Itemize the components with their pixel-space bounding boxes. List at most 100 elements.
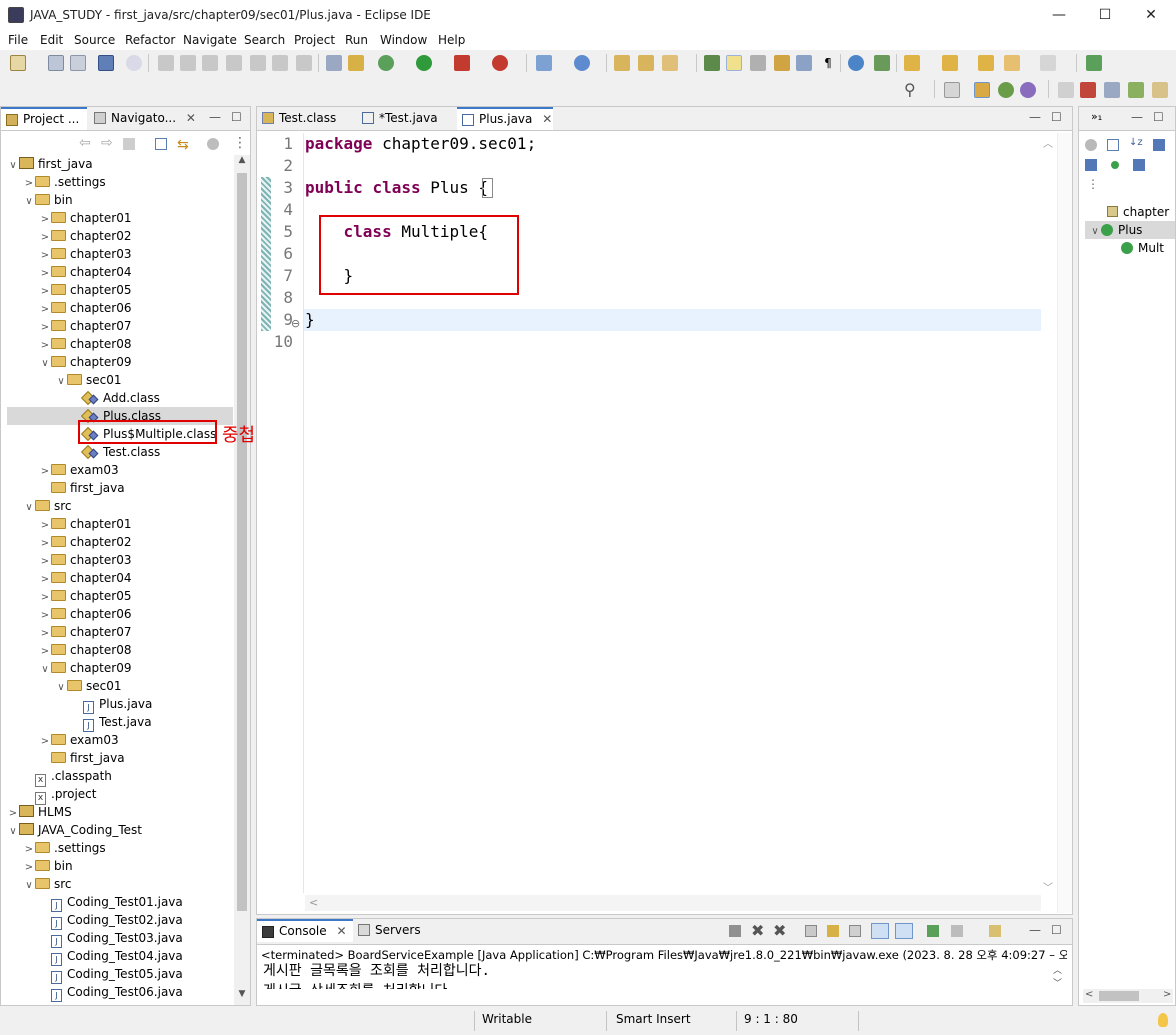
tip-bulb-icon[interactable] <box>1158 1013 1168 1027</box>
editor-horizontal-scrollbar[interactable]: < <box>305 895 1041 911</box>
hide-local-types-icon[interactable] <box>1133 159 1145 171</box>
tree-item[interactable]: > chapter04 <box>7 263 233 281</box>
git-perspective-icon[interactable] <box>1020 82 1036 98</box>
scroll-down-icon[interactable]: ﹀ <box>1053 976 1067 989</box>
tree-item[interactable]: ∨ JAVA_Coding_Test <box>7 821 233 839</box>
tree-scrollbar[interactable]: ▲ ▼ <box>234 155 250 1005</box>
maximize-view-icon[interactable]: ☐ <box>1153 110 1164 124</box>
resume-icon[interactable] <box>158 55 174 71</box>
scroll-left-icon[interactable]: < <box>1085 989 1093 1000</box>
minimize-view-icon[interactable]: — <box>1029 923 1041 937</box>
tree-item[interactable]: > chapter01 <box>7 515 233 533</box>
minimize-button[interactable]: — <box>1036 0 1082 30</box>
scroll-up-icon[interactable]: ︿ <box>1043 135 1053 150</box>
tree-item[interactable]: > .settings <box>7 839 233 857</box>
remove-all-icon[interactable]: ✖ <box>773 921 786 940</box>
menu-edit[interactable]: Edit <box>40 33 63 47</box>
tree-item[interactable]: > chapter01 <box>7 209 233 227</box>
clear-console-icon[interactable] <box>805 925 817 937</box>
chevron-down-icon[interactable]: ∨ <box>55 373 67 391</box>
tree-item[interactable]: ∨ chapter09 <box>7 353 233 371</box>
tree-item[interactable]: > chapter02 <box>7 227 233 245</box>
tree-item[interactable]: > chapter08 <box>7 641 233 659</box>
tree-item[interactable]: > chapter05 <box>7 587 233 605</box>
maximize-editor-icon[interactable]: ☐ <box>1051 110 1062 124</box>
tree-item[interactable]: > bin <box>7 857 233 875</box>
outline-horizontal-scrollbar[interactable]: < > <box>1083 989 1173 1003</box>
tree-item[interactable]: J Coding_Test04.java <box>7 947 233 966</box>
outline-item-multiple[interactable]: Mult <box>1085 239 1175 257</box>
menu-file[interactable]: File <box>8 33 28 47</box>
menu-navigate[interactable]: Navigate <box>183 33 237 47</box>
skip-breakpoints-icon[interactable] <box>126 55 142 71</box>
tab-project-explorer[interactable]: Project ... <box>1 107 87 130</box>
step-over-icon[interactable] <box>272 55 288 71</box>
terminal-icon[interactable] <box>98 55 114 71</box>
tree-item[interactable]: ∨ src <box>7 875 233 893</box>
outline-scrollbar-thumb[interactable] <box>1099 991 1139 1001</box>
task-icon[interactable] <box>348 55 364 71</box>
run-icon[interactable] <box>416 55 432 71</box>
menu-window[interactable]: Window <box>380 33 427 47</box>
tree-item[interactable]: > chapter08 <box>7 335 233 353</box>
hide-non-public-icon[interactable] <box>1111 161 1119 169</box>
coverage-icon[interactable] <box>454 55 470 71</box>
tree-item[interactable]: ∨ src <box>7 497 233 515</box>
console-output[interactable]: 게시판 글목록을 조회를 처리합니다. 게시글 상세조회를 처리합니다. <box>263 961 1053 989</box>
scroll-right-icon[interactable]: > <box>1163 989 1171 1000</box>
chevron-down-icon[interactable]: ∨ <box>39 661 51 679</box>
tree-item[interactable]: Test.class <box>7 443 233 461</box>
chevron-down-icon[interactable]: ∨ <box>23 877 35 895</box>
tree-item[interactable]: > chapter03 <box>7 245 233 263</box>
menu-refactor[interactable]: Refactor <box>125 33 175 47</box>
sort-icon[interactable]: ↓z <box>1129 137 1143 148</box>
tab-servers[interactable]: Servers <box>353 919 433 942</box>
tree-item[interactable]: J Coding_Test03.java <box>7 929 233 948</box>
terminate-icon[interactable] <box>202 55 218 71</box>
maximize-button[interactable]: ☐ <box>1082 0 1128 30</box>
close-tab-icon[interactable]: ✕ <box>336 924 346 938</box>
restore-icon[interactable] <box>1058 82 1074 98</box>
search-flashlight-icon[interactable] <box>662 55 678 71</box>
console-scrollbar[interactable]: ︿ ﹀ <box>1053 963 1067 1003</box>
tree-item[interactable]: Add.class <box>7 389 233 407</box>
tree-item[interactable]: > chapter07 <box>7 623 233 641</box>
collapse-all-icon[interactable] <box>155 138 167 150</box>
external-tools-icon[interactable] <box>492 55 508 71</box>
show-whitespace-icon[interactable]: ¶ <box>820 55 836 71</box>
remove-launch-icon[interactable]: ✖ <box>751 921 764 940</box>
tree-item[interactable]: J Test.java <box>7 713 233 732</box>
display-console-icon[interactable] <box>951 925 963 937</box>
forward-arrow-icon[interactable]: ⇨ <box>101 135 113 151</box>
tree-item[interactable]: ∨ chapter09 <box>7 659 233 677</box>
tree-item[interactable]: > exam03 <box>7 731 233 749</box>
status-insert-mode[interactable]: Smart Insert <box>616 1012 691 1026</box>
layout-view-icon[interactable] <box>1104 82 1120 98</box>
highlight-occurrences-icon[interactable] <box>726 55 742 71</box>
tree-item[interactable]: first_java <box>7 749 233 767</box>
search-icon[interactable]: ⚲ <box>904 80 916 99</box>
tab-console[interactable]: Console ✕ <box>257 919 353 942</box>
step-return-icon[interactable] <box>296 55 312 71</box>
minimize-editor-icon[interactable]: — <box>1029 110 1041 124</box>
pin-console-icon[interactable] <box>927 925 939 937</box>
tree-item[interactable]: J Coding_Test02.java <box>7 911 233 930</box>
tree-item[interactable]: > chapter07 <box>7 317 233 335</box>
tree-item[interactable]: > HLMS <box>7 803 233 821</box>
tree-item[interactable]: x .project <box>7 785 233 805</box>
tree-item[interactable]: > chapter02 <box>7 533 233 551</box>
tree-item[interactable]: ∨ sec01 <box>7 371 233 389</box>
minimize-view-icon[interactable]: — <box>1131 110 1143 124</box>
previous-annotation-icon[interactable] <box>942 55 958 71</box>
open-perspective-icon[interactable] <box>944 82 960 98</box>
tree-item[interactable]: first_java <box>7 479 233 497</box>
new-class-icon[interactable] <box>574 55 590 71</box>
close-tab-icon[interactable]: ✕ <box>542 112 552 126</box>
expand-arrow-icon[interactable]: ∨ <box>1089 223 1101 241</box>
tab-navigator[interactable]: Navigato... ✕ <box>89 107 196 130</box>
last-edit-location-icon[interactable] <box>978 55 994 71</box>
scroll-up-icon[interactable]: ︿ <box>1053 963 1067 976</box>
minimize-view-icon[interactable]: — <box>209 110 221 124</box>
chevron-down-icon[interactable]: ∨ <box>7 157 19 175</box>
forward-icon[interactable] <box>1040 55 1056 71</box>
